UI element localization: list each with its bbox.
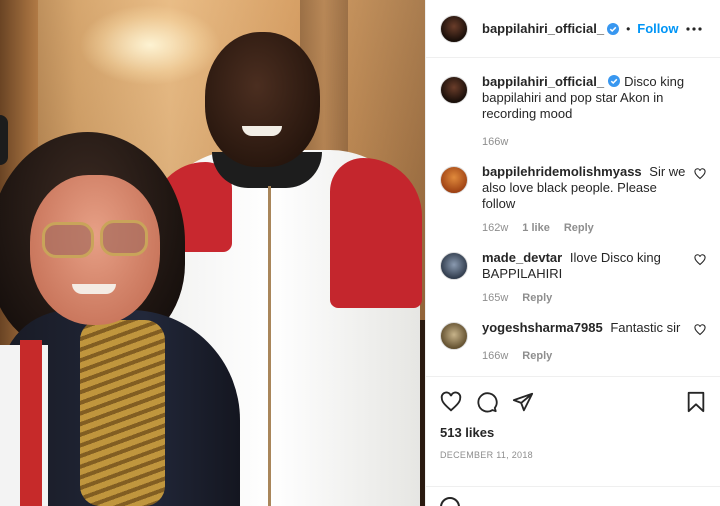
reply-button[interactable]: Reply	[522, 350, 552, 362]
author-avatar[interactable]	[440, 14, 468, 43]
reply-button[interactable]: Reply	[522, 292, 552, 304]
photo-person-left-smile	[72, 284, 116, 294]
post-sidebar: bappilahiri_official_ • Follow bappilahi…	[425, 0, 720, 506]
verified-badge-icon	[607, 22, 620, 35]
photo-person-right-head	[205, 32, 320, 167]
photo-sunglasses	[100, 220, 148, 256]
comment-time[interactable]: 162w	[482, 222, 508, 234]
emoji-icon[interactable]	[440, 497, 460, 506]
comment-item: made_devtar Ilove Disco king BAPPILAHIRI…	[440, 250, 706, 304]
comment-avatar[interactable]	[440, 322, 468, 350]
post-actions: 513 likes DECEMBER 11, 2018	[426, 376, 720, 486]
separator-dot: •	[626, 21, 631, 36]
like-comment-heart-icon[interactable]	[694, 254, 706, 266]
share-icon[interactable]	[512, 391, 534, 413]
photo-edge-object	[0, 115, 8, 165]
comment-username[interactable]: bappilehridemolishmyass	[482, 164, 642, 179]
caption-username[interactable]: bappilahiri_official_	[482, 74, 604, 89]
likes-count[interactable]: 513 likes	[440, 425, 706, 440]
comments-list[interactable]: bappilahiri_official_ Disco king bappilah…	[426, 58, 720, 376]
photo-person-right-smile	[242, 126, 282, 136]
comment-item: yogeshsharma7985 Fantastic sir 166w Repl…	[440, 320, 706, 362]
add-comment-bar	[426, 486, 720, 506]
caption-avatar[interactable]	[440, 76, 468, 104]
photo-jacket-zipper	[268, 186, 271, 506]
post-date: DECEMBER 11, 2018	[440, 450, 533, 460]
bookmark-icon[interactable]	[686, 391, 706, 413]
verified-badge-icon	[608, 75, 621, 87]
comment-text: Fantastic sir	[610, 320, 681, 335]
heart-icon[interactable]	[440, 391, 462, 413]
caption-time[interactable]: 166w	[482, 136, 508, 148]
comment-avatar[interactable]	[440, 252, 468, 280]
like-comment-heart-icon[interactable]	[694, 324, 706, 336]
photo-sunglasses	[42, 222, 94, 258]
action-icons	[440, 389, 706, 415]
comment-item: bappilehridemolishmyass Sir we also love…	[440, 164, 706, 234]
post-photo[interactable]	[0, 0, 425, 506]
photo-jacket-sleeve	[330, 158, 422, 308]
post-header: bappilahiri_official_ • Follow	[426, 0, 720, 58]
comment-likes[interactable]: 1 like	[522, 222, 550, 234]
comment-time[interactable]: 165w	[482, 292, 508, 304]
photo-jacket-stripe	[20, 340, 42, 506]
comment-username[interactable]: made_devtar	[482, 250, 562, 265]
comment-avatar[interactable]	[440, 166, 468, 194]
photo-gold-chains	[80, 320, 165, 506]
like-comment-heart-icon[interactable]	[694, 168, 706, 180]
follow-button[interactable]: Follow	[637, 21, 678, 36]
post-dialog: bappilahiri_official_ • Follow bappilahi…	[0, 0, 720, 506]
comment-time[interactable]: 166w	[482, 350, 508, 362]
comment-icon[interactable]	[476, 391, 498, 413]
more-options-icon[interactable]	[682, 17, 706, 41]
post-caption: bappilahiri_official_ Disco king bappilah…	[440, 74, 706, 148]
author-username[interactable]: bappilahiri_official_	[482, 21, 604, 36]
reply-button[interactable]: Reply	[564, 222, 594, 234]
comment-username[interactable]: yogeshsharma7985	[482, 320, 603, 335]
